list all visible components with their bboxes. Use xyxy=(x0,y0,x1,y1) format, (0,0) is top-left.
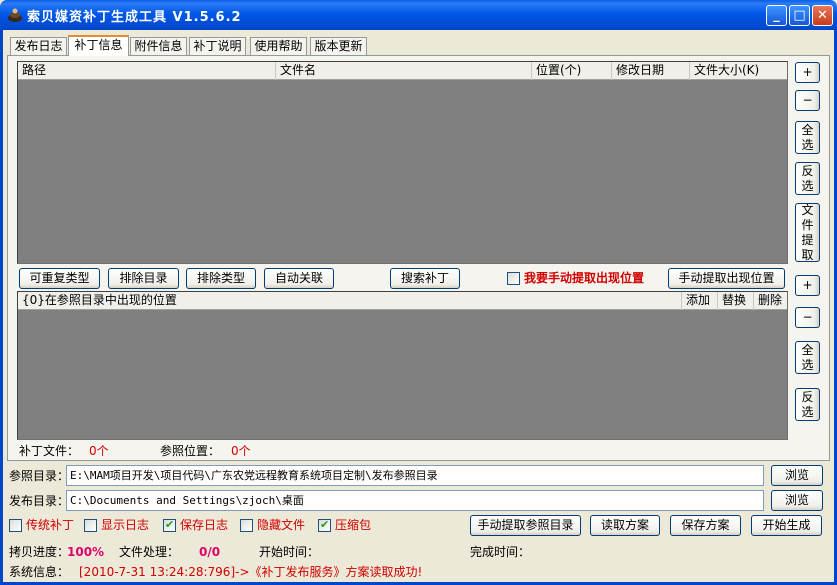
save-log-label[interactable]: 保存日志 xyxy=(180,518,228,532)
show-log-label[interactable]: 显示日志 xyxy=(101,518,149,532)
search-patch-button[interactable]: 搜索补丁 xyxy=(390,268,460,289)
read-plan-button[interactable]: 读取方案 xyxy=(590,515,660,536)
col-positions[interactable]: 位置(个) xyxy=(531,62,611,80)
tab-publish-log[interactable]: 发布日志 xyxy=(10,37,67,55)
end-time-label: 完成时间： xyxy=(470,545,531,559)
tab-attachment-info[interactable]: 附件信息 xyxy=(130,37,187,55)
col-file-size[interactable]: 文件大小(K) xyxy=(689,62,787,80)
tab-patch-info[interactable]: 补丁信息 xyxy=(68,35,129,56)
close-button[interactable]: ✕ xyxy=(812,5,833,26)
manual-extract-checkbox[interactable] xyxy=(507,272,520,285)
repeatable-types-button[interactable]: 可重复类型 xyxy=(19,268,100,289)
start-generate-button[interactable]: 开始生成 xyxy=(751,515,822,536)
patch-files-label: 补丁文件： xyxy=(19,444,80,458)
remove-position-button[interactable]: − xyxy=(795,307,820,328)
title-bar: 索贝媒资补丁生成工具 V1.5.6.2 _ □ ✕ xyxy=(0,0,837,30)
col-position-header[interactable]: {0}在参照目录中出现的位置 xyxy=(18,292,680,310)
system-info-message: [2010-7-31 13:24:28:796]->《补丁发布服务》方案读取成功… xyxy=(79,565,423,579)
file-grid-header: 路径 文件名 位置(个) 修改日期 文件大小(K) xyxy=(18,62,787,80)
manual-extract-positions-button[interactable]: 手动提取出现位置 xyxy=(668,268,785,289)
manual-extract-ref-button[interactable]: 手动提取参照目录 xyxy=(470,515,581,536)
close-icon: ✕ xyxy=(817,8,828,23)
save-log-checkbox[interactable] xyxy=(163,518,176,532)
traditional-patch-checkbox[interactable] xyxy=(9,519,22,532)
col-delete[interactable]: 删除 xyxy=(753,292,787,310)
pub-dir-browse-button[interactable]: 浏览 xyxy=(771,490,823,511)
exclude-dirs-button[interactable]: 排除目录 xyxy=(108,268,179,289)
manual-extract-check-label[interactable]: 我要手动提取出现位置 xyxy=(524,271,644,285)
col-replace[interactable]: 替换 xyxy=(717,292,753,310)
select-all-positions-button[interactable]: 全选 xyxy=(795,341,820,374)
add-position-button[interactable]: + xyxy=(795,275,820,296)
file-processing-label: 文件处理： xyxy=(119,545,180,559)
ref-positions-count: 0个 xyxy=(231,444,251,458)
position-grid[interactable]: {0}在参照目录中出现的位置 添加 替换 删除 xyxy=(17,291,788,440)
show-log-checkbox[interactable] xyxy=(84,519,97,532)
hidden-files-label[interactable]: 隐藏文件 xyxy=(257,518,305,532)
app-icon xyxy=(8,8,22,22)
tab-version-updates[interactable]: 版本更新 xyxy=(310,37,367,55)
file-processing-value: 0/0 xyxy=(199,545,221,559)
ref-dir-browse-button[interactable]: 浏览 xyxy=(771,465,823,486)
tab-patch-notes[interactable]: 补丁说明 xyxy=(189,37,246,55)
ref-dir-input[interactable]: E:\MAM项目开发\项目代码\广东农党远程教育系统项目定制\发布参照目录 xyxy=(66,465,764,486)
copy-progress-value: 100% xyxy=(67,545,105,559)
position-grid-header: {0}在参照目录中出现的位置 添加 替换 删除 xyxy=(18,292,787,310)
hidden-files-checkbox[interactable] xyxy=(240,519,253,532)
window-title: 索贝媒资补丁生成工具 V1.5.6.2 xyxy=(27,10,242,25)
minimize-button[interactable]: _ xyxy=(766,5,787,26)
extract-files-button[interactable]: 文件提取 xyxy=(795,203,820,262)
pub-dir-label: 发布目录： xyxy=(9,494,70,508)
col-add[interactable]: 添加 xyxy=(681,292,717,310)
remove-file-button[interactable]: − xyxy=(795,90,820,111)
col-path[interactable]: 路径 xyxy=(18,62,273,80)
tab-help[interactable]: 使用帮助 xyxy=(250,37,307,55)
ref-positions-label: 参照位置： xyxy=(160,444,221,458)
col-modified-date[interactable]: 修改日期 xyxy=(611,62,689,80)
system-info-label: 系统信息： xyxy=(9,565,70,579)
zip-label[interactable]: 压缩包 xyxy=(335,518,371,532)
add-file-button[interactable]: + xyxy=(795,62,820,83)
zip-checkbox[interactable] xyxy=(318,518,331,532)
exclude-types-button[interactable]: 排除类型 xyxy=(186,268,256,289)
traditional-patch-label[interactable]: 传统补丁 xyxy=(26,518,74,532)
ref-dir-label: 参照目录： xyxy=(9,469,70,483)
invert-files-button[interactable]: 反选 xyxy=(795,162,820,195)
auto-link-button[interactable]: 自动关联 xyxy=(264,268,334,289)
select-all-files-button[interactable]: 全选 xyxy=(795,121,820,154)
pub-dir-input[interactable]: C:\Documents and Settings\zjoch\桌面 xyxy=(66,490,764,511)
minimize-icon: _ xyxy=(773,8,780,23)
col-filename[interactable]: 文件名 xyxy=(275,62,530,80)
copy-progress-label: 拷贝进度： xyxy=(9,545,70,559)
file-grid[interactable]: 路径 文件名 位置(个) 修改日期 文件大小(K) xyxy=(17,61,788,264)
maximize-icon: □ xyxy=(793,8,806,23)
patch-files-count: 0个 xyxy=(89,444,109,458)
invert-positions-button[interactable]: 反选 xyxy=(795,388,820,421)
maximize-button[interactable]: □ xyxy=(789,5,810,26)
start-time-label: 开始时间： xyxy=(259,545,320,559)
save-plan-button[interactable]: 保存方案 xyxy=(670,515,741,536)
